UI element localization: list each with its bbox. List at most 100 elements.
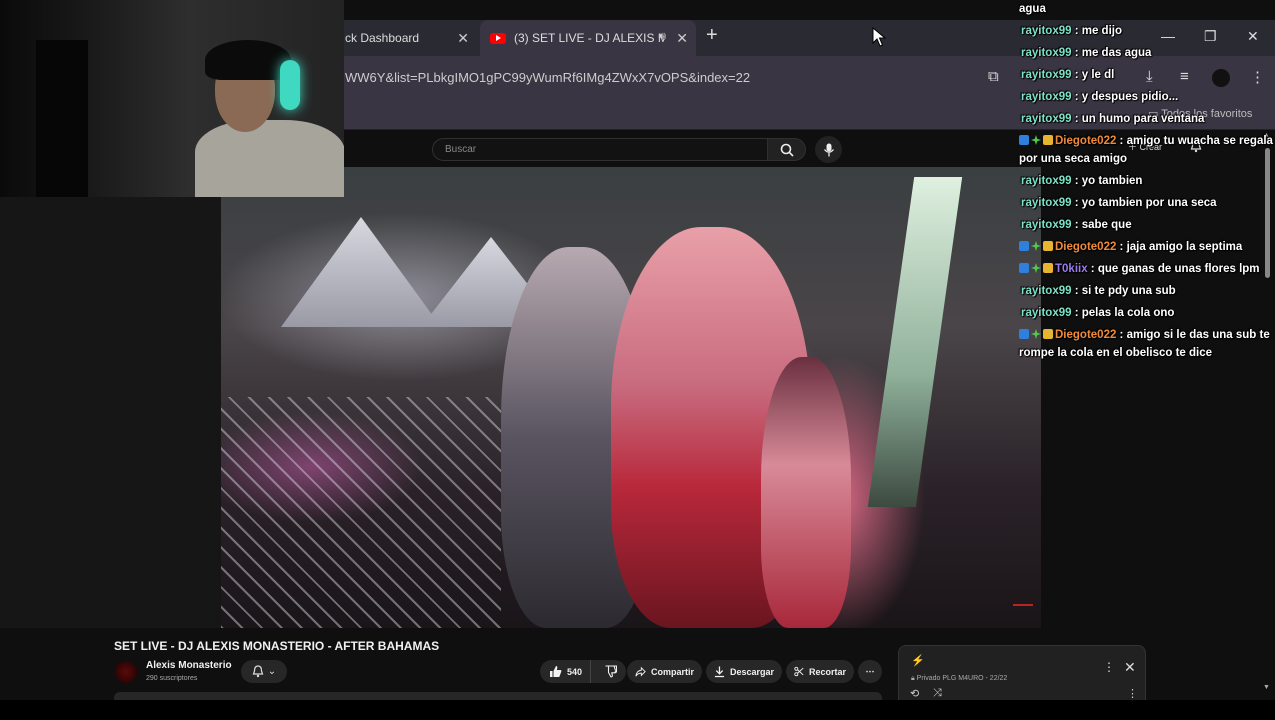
chat-message: rayitox99 : y despues pidio...: [1019, 88, 1275, 106]
chat-message: Diegote022 : jaja amigo la septima: [1019, 238, 1275, 256]
video-dancer-figure: [761, 357, 851, 628]
playlist-close-icon[interactable]: ✕: [1124, 659, 1136, 676]
playlist-menu-icon[interactable]: ⋮: [1103, 660, 1115, 674]
tab-dashboard[interactable]: ck Dashboard ✕: [335, 20, 477, 56]
chat-text: : que ganas de unas flores lpm: [1087, 263, 1260, 275]
thumbs-up-icon: [550, 666, 562, 677]
shuffle-icon[interactable]: ⤨: [933, 687, 942, 700]
chat-badge-icon: [1043, 241, 1053, 251]
chat-text: : me dijo: [1071, 25, 1122, 37]
chat-message: rayitox99 : yo tambien por una seca: [1019, 194, 1275, 212]
chat-text: : y le dl: [1071, 69, 1115, 81]
chat-message: rayitox99 : si te pdy una sub: [1019, 282, 1275, 300]
chat-text: : me das agua: [1071, 47, 1152, 59]
scroll-down-icon[interactable]: ▼: [1263, 684, 1270, 691]
cast-icon[interactable]: ⧉: [988, 68, 999, 85]
page-background-left: [0, 167, 221, 628]
chat-message: T0kiix : que ganas de unas flores lpm: [1019, 260, 1275, 278]
search-placeholder: Buscar: [445, 144, 477, 155]
dislike-button[interactable]: [596, 660, 625, 683]
bell-icon: [252, 665, 264, 678]
chat-text: : yo tambien por una seca: [1071, 197, 1217, 209]
chat-username[interactable]: rayitox99: [1021, 25, 1072, 37]
chat-message: rayitox99 : sabe que: [1019, 216, 1275, 234]
tab-label: (3) SET LIVE - DJ ALEXIS MC: [514, 31, 664, 45]
like-count: 540: [567, 666, 583, 677]
like-dislike-group: 540: [540, 660, 626, 683]
chat-message: rayitox99 : yo tambien: [1019, 172, 1275, 190]
chat-username[interactable]: rayitox99: [1021, 307, 1072, 319]
chat-username[interactable]: rayitox99: [1021, 69, 1072, 81]
thumbs-down-icon: [605, 665, 618, 678]
chat-text: : jaja amigo la septima: [1116, 241, 1243, 253]
video-player[interactable]: [221, 167, 1041, 628]
search-button[interactable]: [767, 138, 806, 161]
share-label: Compartir: [650, 666, 694, 677]
speaker-icon[interactable]: 🔊︎: [658, 29, 666, 44]
webcam-streamer-body: [195, 120, 344, 197]
download-icon: [714, 666, 725, 678]
microphone-icon: [823, 143, 834, 156]
video-title: SET LIVE - DJ ALEXIS MONASTERIO - AFTER …: [114, 639, 440, 653]
loop-icon[interactable]: ⟲: [910, 687, 919, 700]
chat-text: agua: [1019, 3, 1046, 15]
chat-username[interactable]: T0kiix: [1055, 263, 1088, 275]
chat-username[interactable]: rayitox99: [1021, 219, 1072, 231]
url-field[interactable]: WW6Y&list=PLbkgIMO1gPC99yWumRf6IMg4ZWxX7…: [345, 70, 750, 85]
video-truss-shape: [221, 397, 501, 628]
like-button[interactable]: 540: [540, 660, 592, 683]
chat-badge-icon: [1043, 135, 1053, 145]
channel-name[interactable]: Alexis Monasterio: [146, 660, 232, 671]
lightning-icon: ⚡: [911, 655, 925, 667]
chat-username[interactable]: rayitox99: [1021, 175, 1072, 187]
search-input[interactable]: Buscar: [432, 138, 768, 161]
chat-badge-icon: [1031, 329, 1041, 339]
tab-youtube-video[interactable]: (3) SET LIVE - DJ ALEXIS MC 🔊︎ ✕: [480, 20, 696, 56]
chat-username[interactable]: rayitox99: [1021, 113, 1072, 125]
clip-button[interactable]: Recortar: [786, 660, 854, 683]
share-button[interactable]: Compartir: [627, 660, 702, 683]
chat-message: rayitox99 : un humo para ventana: [1019, 110, 1275, 128]
chat-text: : si te pdy una sub: [1071, 285, 1176, 297]
chat-text: : yo tambien: [1071, 175, 1143, 187]
channel-avatar[interactable]: [115, 661, 137, 683]
chat-username[interactable]: Diegote022: [1055, 241, 1116, 253]
chat-username[interactable]: rayitox99: [1021, 91, 1072, 103]
download-button[interactable]: Descargar: [706, 660, 782, 683]
subscription-bell-button[interactable]: ⌄: [241, 660, 287, 683]
chat-badge-icon: [1019, 329, 1029, 339]
playlist-panel: ⚡ 🔒︎ Privado PLG M4URO - 22/22 ⋮ ✕ ⟲ ⤨ ⋮: [898, 645, 1146, 705]
chat-message: rayitox99 : me das agua: [1019, 44, 1275, 62]
chat-message: Diegote022 : amigo si le das una sub te …: [1019, 326, 1275, 362]
mouse-cursor-icon: [872, 27, 886, 47]
download-label: Descargar: [729, 666, 774, 677]
chat-username[interactable]: rayitox99: [1021, 47, 1072, 59]
close-tab-icon[interactable]: ✕: [676, 30, 688, 47]
more-horizontal-icon: ⋯: [865, 666, 875, 676]
playlist-more-icon[interactable]: ⋮: [1127, 687, 1138, 700]
youtube-logo-icon: [490, 32, 506, 44]
more-actions-button[interactable]: ⋯: [858, 660, 882, 683]
voice-search-button[interactable]: [815, 136, 842, 163]
new-tab-button[interactable]: +: [706, 24, 718, 47]
clip-label: Recortar: [808, 666, 846, 677]
chat-username[interactable]: Diegote022: [1055, 329, 1116, 341]
playlist-meta-text: Privado PLG M4URO - 22/22: [916, 675, 1008, 682]
chat-badge-icon: [1031, 263, 1041, 273]
chat-badge-icon: [1031, 241, 1041, 251]
chat-text: : un humo para ventana: [1071, 113, 1205, 125]
chat-username[interactable]: rayitox99: [1021, 197, 1072, 209]
chat-text: : y despues pidio...: [1071, 91, 1179, 103]
scissors-icon: [794, 666, 804, 677]
chat-username[interactable]: rayitox99: [1021, 285, 1072, 297]
chat-message: rayitox99 : me dijo: [1019, 22, 1275, 40]
playlist-meta: 🔒︎ Privado PLG M4URO - 22/22: [911, 675, 1007, 683]
video-tent-shape: [281, 217, 441, 327]
chat-message: rayitox99 : pelas la cola ono: [1019, 304, 1275, 322]
close-tab-icon[interactable]: ✕: [457, 30, 469, 47]
description-box[interactable]: [114, 692, 882, 700]
chat-badge-icon: [1019, 263, 1029, 273]
chat-username[interactable]: Diegote022: [1055, 135, 1116, 147]
taskbar-strip: [0, 700, 1275, 720]
chat-message: agua: [1019, 0, 1275, 18]
